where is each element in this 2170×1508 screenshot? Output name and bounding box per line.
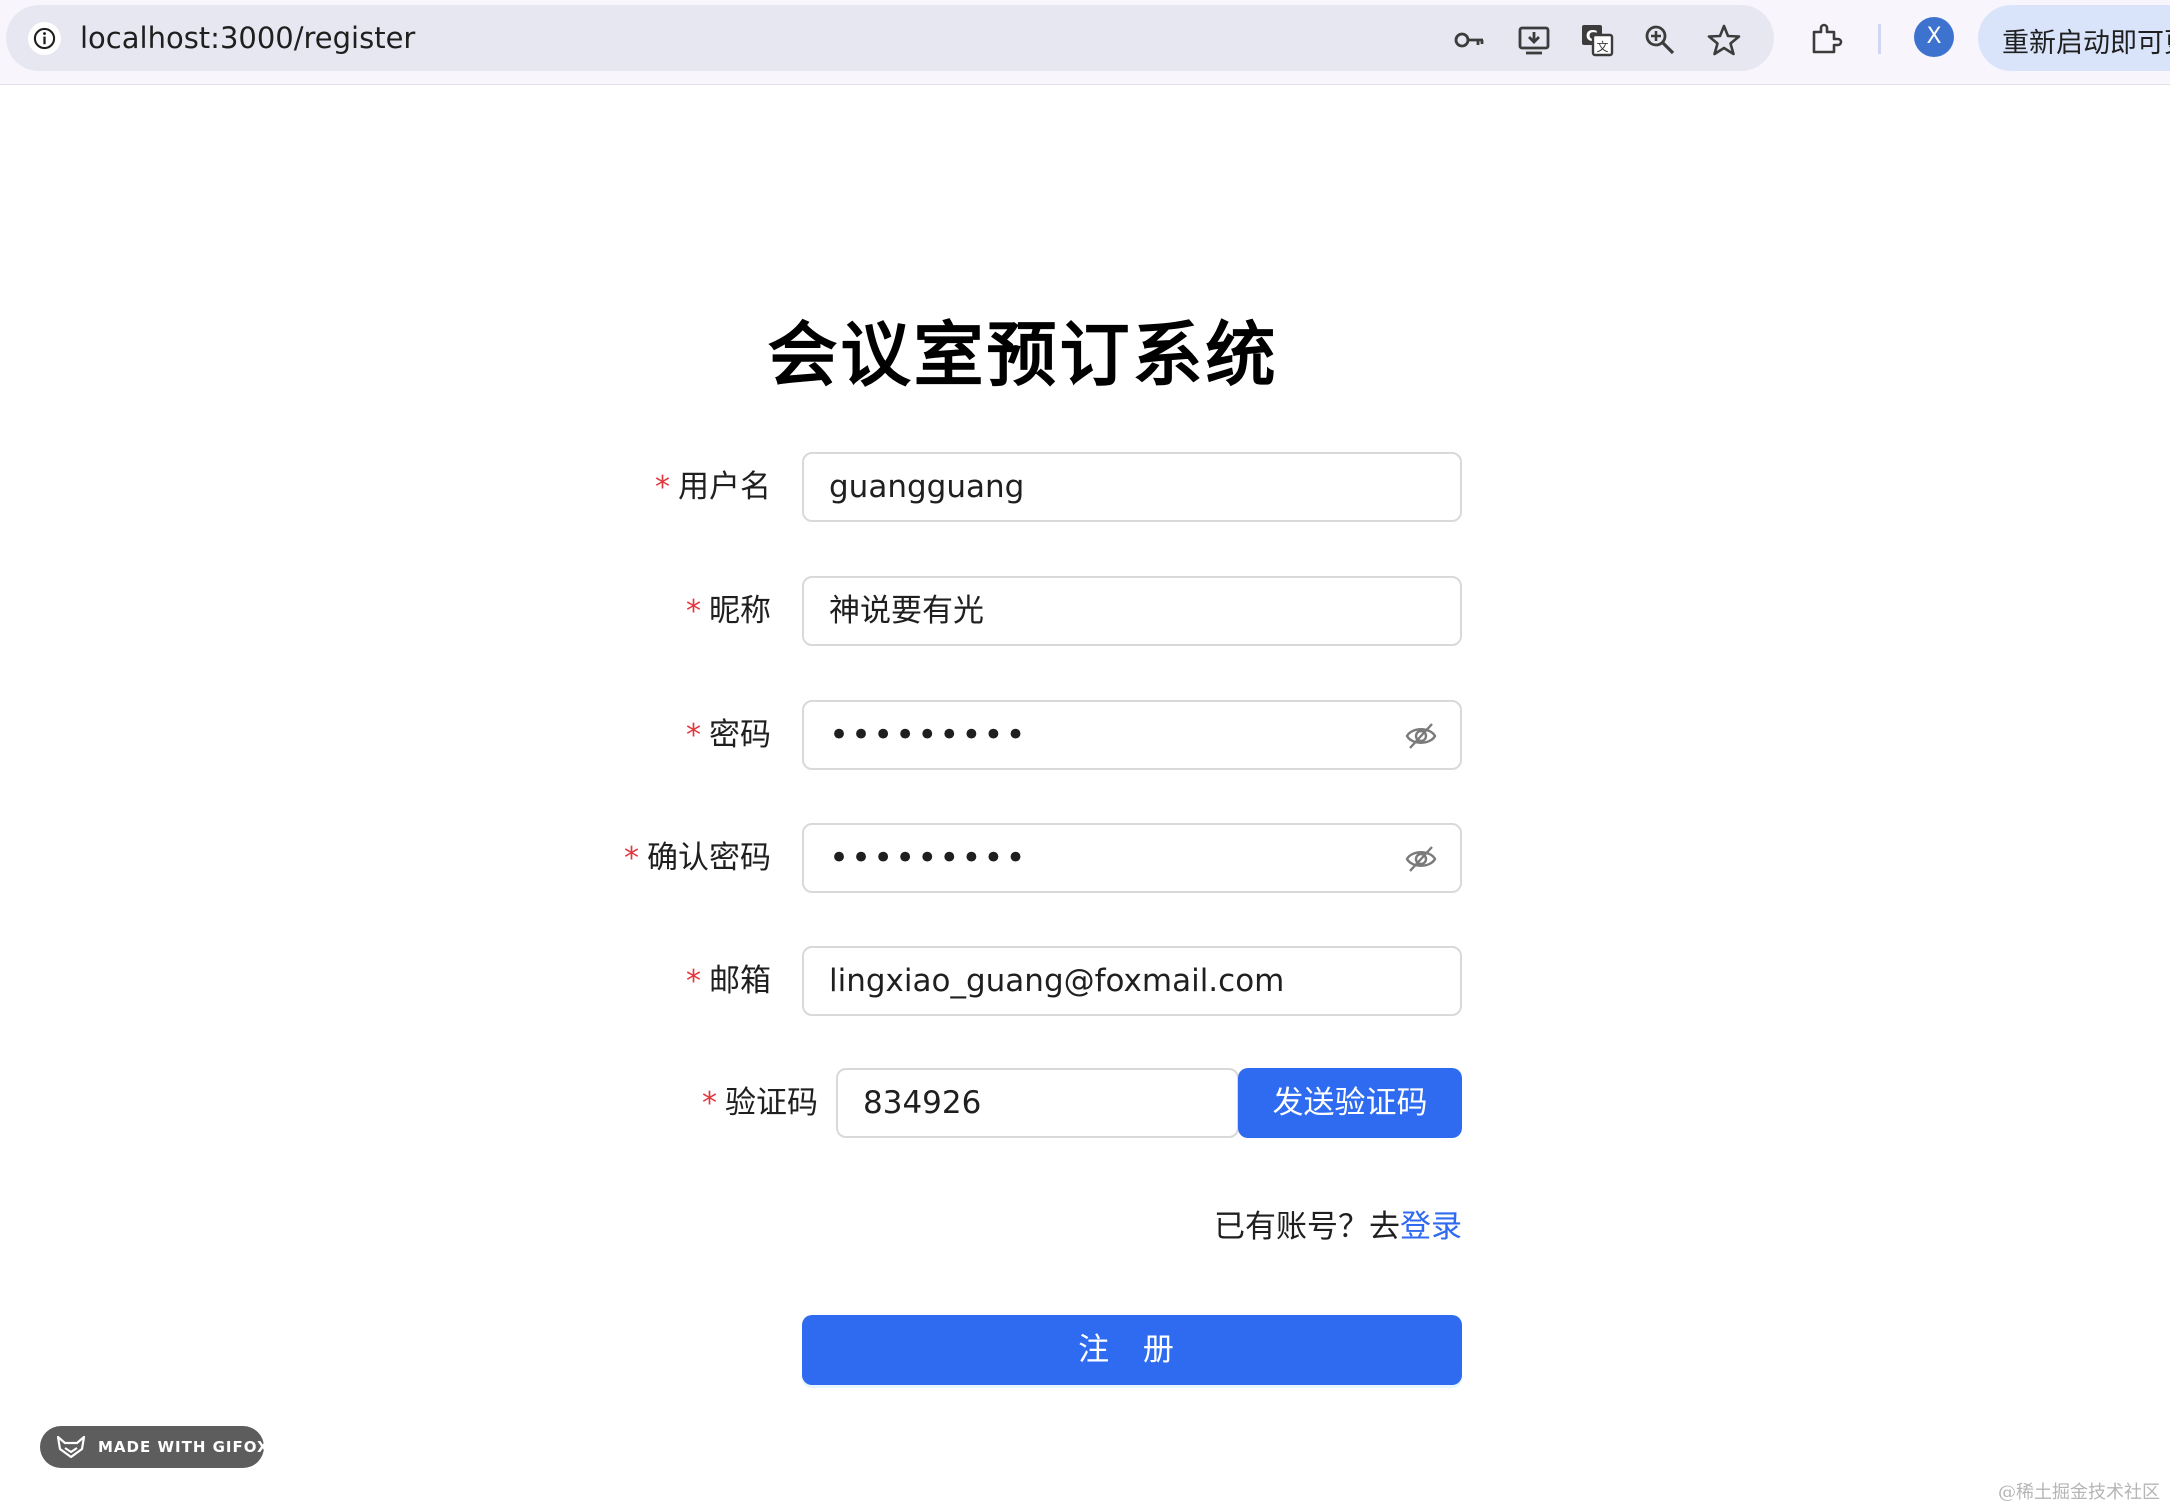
email-label: * 邮箱 (686, 946, 771, 1016)
captcha-input[interactable]: 834926 (836, 1068, 1239, 1138)
username-value: guangguang (829, 469, 1025, 505)
key-icon[interactable] (1451, 22, 1487, 58)
nickname-value: 神说要有光 (829, 593, 984, 629)
update-button-label: 重新启动即可更 (2002, 28, 2170, 59)
gifox-badge-text: MADE WITH GIFOX (98, 1438, 270, 1456)
captcha-label-text: 验证码 (725, 1085, 818, 1121)
confirm-password-input[interactable]: ••••••••• (802, 823, 1462, 893)
required-mark: * (686, 594, 701, 629)
nickname-input[interactable]: 神说要有光 (802, 576, 1462, 646)
required-mark: * (655, 470, 670, 505)
url-text[interactable]: localhost:3000/register (80, 19, 415, 57)
translate-icon[interactable]: G文 (1579, 22, 1615, 58)
bookmark-star-icon[interactable] (1706, 22, 1742, 58)
email-input[interactable]: lingxiao_guang@foxmail.com (802, 946, 1462, 1016)
eye-invisible-icon[interactable] (1404, 842, 1438, 876)
password-label: * 密码 (686, 700, 771, 770)
required-mark: * (686, 964, 701, 999)
confirm-password-value: ••••••••• (829, 838, 1028, 878)
confirm-password-row: * 确认密码 ••••••••• (0, 823, 2170, 893)
required-mark: * (702, 1086, 717, 1121)
svg-text:文: 文 (1596, 39, 1608, 54)
install-app-icon[interactable] (1516, 22, 1552, 58)
password-input[interactable]: ••••••••• (802, 700, 1462, 770)
email-row: * 邮箱 lingxiao_guang@foxmail.com (0, 946, 2170, 1016)
email-value: lingxiao_guang@foxmail.com (829, 963, 1285, 999)
required-mark: * (686, 718, 701, 753)
captcha-value: 834926 (863, 1085, 982, 1121)
gifox-badge: MADE WITH GIFOX (40, 1426, 269, 1468)
captcha-row: * 验证码 834926 (0, 1068, 2170, 1138)
watermark: @稀土掘金技术社区 (1998, 1482, 2160, 1503)
captcha-label: * 验证码 (702, 1068, 818, 1138)
update-chrome-button[interactable]: 重新启动即可更 (1978, 5, 2170, 71)
page-title: 会议室预订系统 (767, 314, 1279, 396)
extensions-icon[interactable] (1808, 20, 1844, 56)
fox-logo-icon (56, 1435, 86, 1459)
login-prompt-text: 已有账号？去 (1214, 1209, 1400, 1245)
username-label: * 用户名 (655, 452, 771, 522)
profile-avatar[interactable]: X (1914, 17, 1954, 57)
toolbar-divider (1878, 24, 1881, 54)
nickname-label-text: 昵称 (709, 593, 771, 629)
nickname-row: * 昵称 神说要有光 (0, 576, 2170, 646)
zoom-icon[interactable] (1642, 22, 1678, 58)
email-label-text: 邮箱 (709, 963, 771, 999)
login-prompt: 已有账号？去登录 (1100, 1205, 1462, 1250)
send-captcha-button[interactable]: 发送验证码 (1238, 1068, 1462, 1138)
username-label-text: 用户名 (678, 469, 771, 505)
username-input[interactable]: guangguang (802, 452, 1462, 522)
browser-toolbar: localhost:3000/register G文 X 重新启动即可更 (0, 0, 2170, 85)
confirm-password-label: * 确认密码 (624, 823, 771, 893)
site-info-icon[interactable] (28, 22, 61, 55)
confirm-password-label-text: 确认密码 (647, 840, 771, 876)
username-row: * 用户名 guangguang (0, 452, 2170, 522)
password-row: * 密码 ••••••••• (0, 700, 2170, 770)
address-bar[interactable]: localhost:3000/register G文 (6, 5, 1774, 71)
register-button[interactable]: 注 册 (802, 1315, 1462, 1385)
eye-invisible-icon[interactable] (1404, 719, 1438, 753)
login-link[interactable]: 登录 (1400, 1209, 1462, 1245)
nickname-label: * 昵称 (686, 576, 771, 646)
required-mark: * (624, 841, 639, 876)
password-label-text: 密码 (709, 717, 771, 753)
password-value: ••••••••• (829, 715, 1028, 755)
